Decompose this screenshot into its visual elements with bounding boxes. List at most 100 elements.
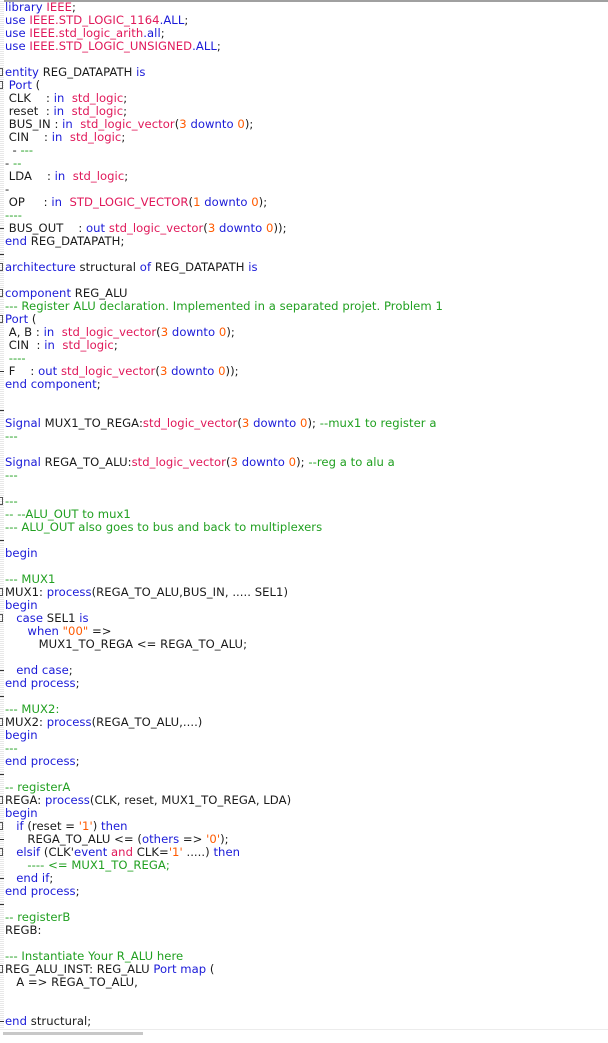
code-line[interactable]: begin [0, 729, 608, 742]
fold-toggle-icon[interactable] [0, 81, 3, 89]
code-line[interactable]: OP : in STD_LOGIC_VECTOR(1 downto 0); [0, 196, 608, 209]
code-line[interactable]: --- [0, 430, 608, 443]
fold-end-marker-icon [0, 228, 4, 229]
fold-end-marker-icon [0, 878, 4, 879]
fold-toggle-icon[interactable] [0, 965, 3, 973]
code-token: end component [5, 377, 97, 391]
code-token: IEEE.std_logic_arith [29, 26, 144, 40]
code-token: std_logic_vector [61, 325, 157, 339]
code-line[interactable]: - --- [0, 144, 608, 157]
code-line[interactable]: use IEEE.STD_LOGIC_UNSIGNED.ALL; [0, 40, 608, 53]
code-line[interactable] [0, 651, 608, 664]
code-line[interactable]: Signal REGA_TO_ALU:std_logic_vector(3 do… [0, 456, 608, 469]
code-editor[interactable]: library IEEE; use IEEE.STD_LOGIC_1164.ALL… [0, 1, 608, 1029]
code-token: ; [113, 338, 118, 352]
code-token: .ALL [192, 39, 217, 53]
code-token: - [5, 156, 13, 170]
code-line[interactable] [0, 391, 608, 404]
code-line[interactable]: --- ALU_OUT also goes to bus and back to… [0, 521, 608, 534]
code-token: --- Register ALU declaration. Implemente… [5, 299, 443, 313]
code-token: ); [296, 455, 309, 469]
fold-end-marker-icon [0, 839, 4, 840]
fold-end-marker-icon [0, 410, 4, 411]
code-token: IEEE.STD_LOGIC_UNSIGNED [29, 39, 193, 53]
code-token: out [86, 221, 109, 235]
code-token: --- [20, 143, 34, 157]
code-line[interactable]: --- Register ALU declaration. Implemente… [0, 300, 608, 313]
code-line[interactable]: architecture structural of REG_DATAPATH … [0, 261, 608, 274]
code-token: begin [5, 806, 38, 820]
fold-toggle-icon[interactable] [0, 796, 3, 804]
code-token: others [141, 832, 180, 846]
fold-end-marker-icon [0, 254, 4, 255]
code-line[interactable]: Signal MUX1_TO_REGA:std_logic_vector(3 d… [0, 417, 608, 430]
fold-toggle-icon[interactable] [0, 315, 3, 323]
code-line[interactable]: REGB: [0, 924, 608, 937]
code-line[interactable]: ---- <= MUX1_TO_REGA; [0, 859, 608, 872]
code-token: BUS_IN : [5, 117, 63, 131]
code-token: 1 [193, 195, 201, 209]
code-line[interactable]: end REG_DATAPATH; [0, 235, 608, 248]
code-line[interactable]: LDA : in std_logic; [0, 170, 608, 183]
code-line[interactable]: --- [0, 469, 608, 482]
code-token: LDA : [5, 169, 55, 183]
fold-end-marker-icon [0, 696, 4, 697]
code-line[interactable]: begin [0, 547, 608, 560]
fold-toggle-icon[interactable] [0, 848, 3, 856]
code-token: downto [168, 325, 219, 339]
horizontal-scrollbar[interactable] [0, 1029, 608, 1043]
code-line[interactable]: MUX1: process(REGA_TO_ALU,BUS_IN, ..... … [0, 586, 608, 599]
code-line[interactable]: entity REG_DATAPATH is [0, 66, 608, 79]
code-line[interactable]: end process; [0, 755, 608, 768]
fold-toggle-icon[interactable] [0, 497, 3, 505]
code-token: process [46, 585, 92, 599]
code-line[interactable]: REGA: process(CLK, reset, MUX1_TO_REGA, … [0, 794, 608, 807]
code-token: end case [5, 663, 69, 677]
code-line[interactable] [0, 898, 608, 911]
code-token: ( [209, 962, 215, 976]
code-token: --- MUX2: [5, 702, 60, 716]
code-line[interactable]: --- [0, 742, 608, 755]
code-line[interactable] [0, 534, 608, 547]
code-line[interactable]: CIN : in std_logic; [0, 131, 608, 144]
code-line[interactable]: MUX1_TO_REGA <= REGA_TO_ALU; [0, 638, 608, 651]
fold-toggle-icon[interactable] [0, 289, 3, 297]
code-line[interactable] [0, 482, 608, 495]
code-token: ; [124, 169, 129, 183]
code-line[interactable]: end process; [0, 885, 608, 898]
horizontal-scrollbar-thumb[interactable] [3, 1032, 143, 1035]
code-token: BUS_OUT : [5, 221, 87, 235]
code-line[interactable]: begin [0, 599, 608, 612]
code-token: REG_ALU [74, 286, 128, 300]
code-token: -- --ALU_OUT to mux1 [5, 507, 131, 521]
code-line[interactable]: end structural; [0, 1015, 608, 1028]
code-line[interactable]: end if; [0, 872, 608, 885]
fold-toggle-icon[interactable] [0, 68, 3, 76]
fold-toggle-icon[interactable] [0, 822, 3, 830]
code-line[interactable] [0, 560, 608, 573]
code-token: case [5, 611, 47, 625]
code-line[interactable]: end case; [0, 664, 608, 677]
code-token: downto [186, 117, 238, 131]
code-line[interactable]: end process; [0, 677, 608, 690]
code-token: Port [5, 312, 32, 326]
code-line[interactable]: -- registerB [0, 911, 608, 924]
fold-end-marker-icon [0, 904, 4, 905]
code-line[interactable] [0, 989, 608, 1002]
code-token: structural; [30, 1014, 92, 1028]
fold-toggle-icon[interactable] [0, 263, 3, 271]
code-token: begin [5, 598, 38, 612]
code-line[interactable]: A => REGA_TO_ALU, [0, 976, 608, 989]
code-line[interactable] [0, 690, 608, 703]
fold-toggle-icon[interactable] [0, 718, 3, 726]
code-token: Signal [5, 416, 45, 430]
code-token: ); [244, 117, 258, 131]
code-line[interactable]: MUX2: process(REGA_TO_ALU,....) [0, 716, 608, 729]
code-line[interactable] [0, 768, 608, 781]
code-line[interactable]: end component; [0, 378, 608, 391]
code-line[interactable]: CIN : in std_logic; [0, 339, 608, 352]
fold-toggle-icon[interactable] [0, 614, 3, 622]
code-token: std_logic [62, 338, 114, 352]
code-token: '0' [206, 832, 221, 846]
fold-toggle-icon[interactable] [0, 588, 3, 596]
